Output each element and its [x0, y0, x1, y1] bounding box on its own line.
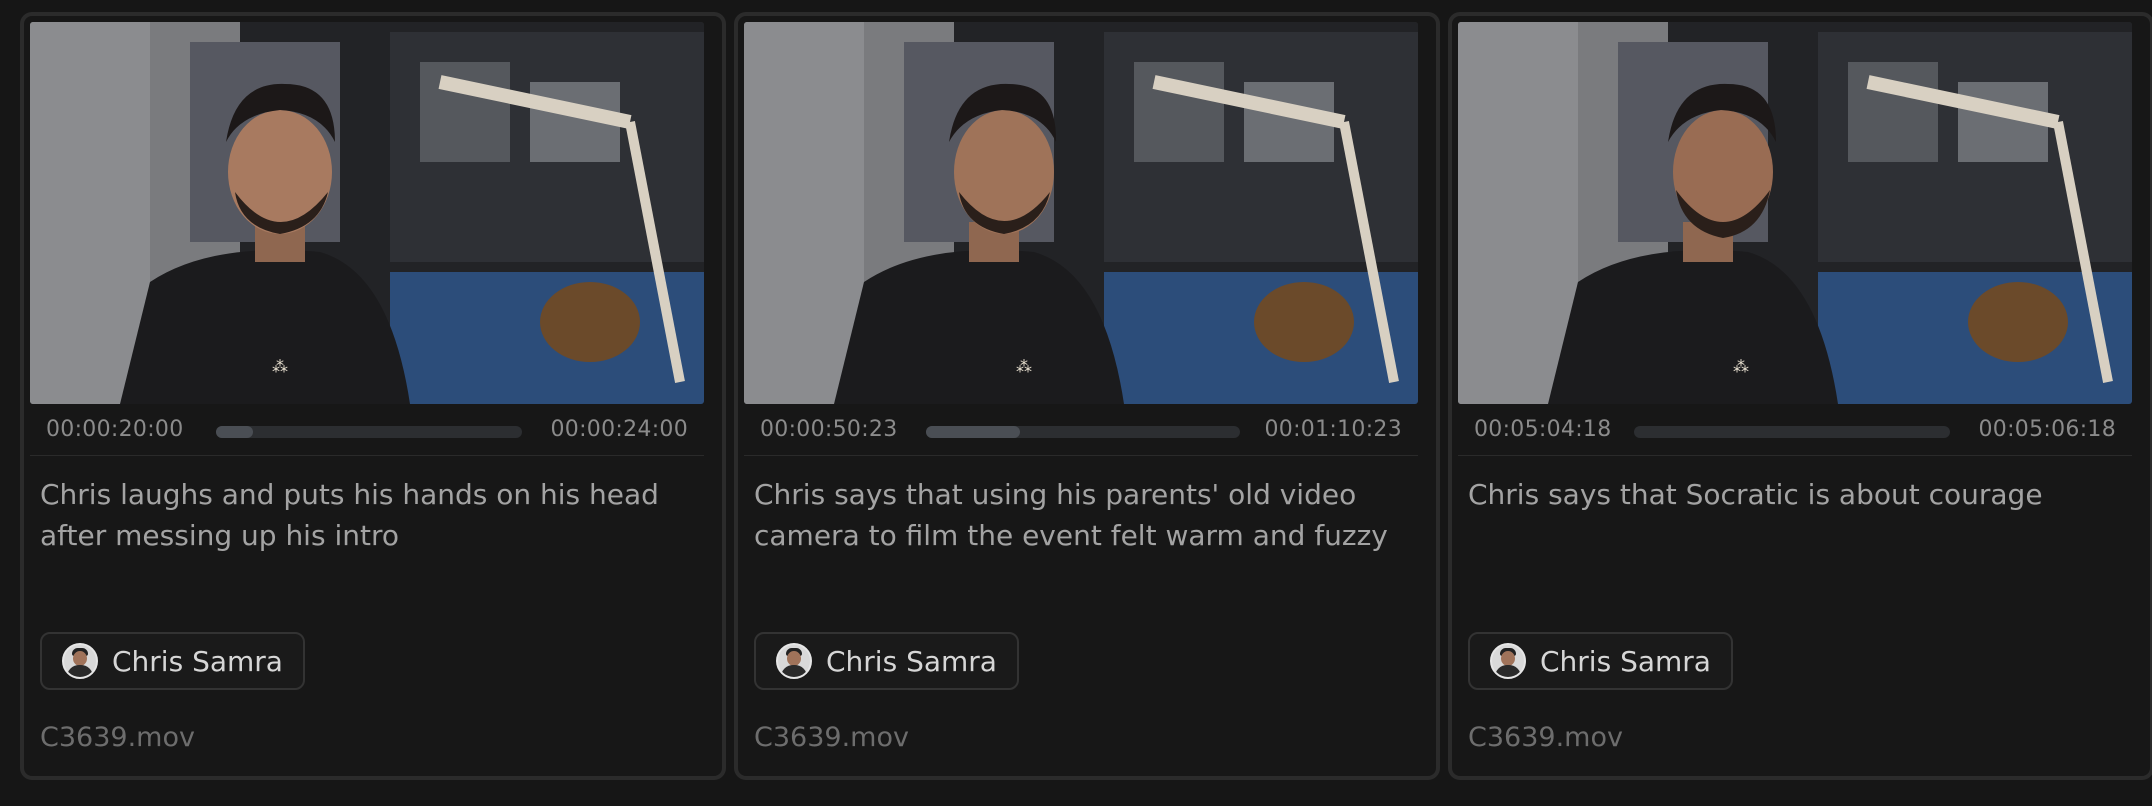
progress-fill [216, 426, 253, 438]
file-name: C3639.mov [40, 722, 195, 753]
timecode-bar: 00:05:04:18 00:05:06:18 [1458, 404, 2132, 456]
start-timecode: 00:00:50:23 [760, 417, 898, 442]
video-thumbnail[interactable]: ⁂ [1458, 22, 2132, 404]
clip-caption: Chris laughs and puts his hands on his h… [40, 478, 659, 552]
person-avatar-icon [1490, 643, 1526, 679]
end-timecode: 00:00:24:00 [550, 417, 688, 442]
thumbnail-image: ⁂ [744, 22, 1418, 404]
clip-card[interactable]: ⁂ 00:00:50:23 00:01:10:23 Chris says tha… [734, 12, 1440, 780]
clip-card[interactable]: ⁂ 00:05:04:18 00:05:06:18 Chris says tha… [1448, 12, 2152, 780]
person-name: Chris Samra [1540, 644, 1711, 678]
progress-track[interactable] [216, 426, 522, 438]
person-avatar-icon [62, 643, 98, 679]
clip-caption: Chris says that using his parents' old v… [754, 478, 1388, 552]
video-thumbnail[interactable]: ⁂ [30, 22, 704, 404]
svg-text:⁂: ⁂ [1733, 357, 1749, 376]
timecode-bar: 00:00:20:00 00:00:24:00 [30, 404, 704, 456]
file-name: C3639.mov [754, 722, 909, 753]
clip-grid: ⁂ 00:00:20:00 00:00:24:00 Chris laughs a… [0, 0, 2152, 806]
person-tag[interactable]: Chris Samra [754, 632, 1019, 690]
thumbnail-image: ⁂ [30, 22, 704, 404]
person-name: Chris Samra [826, 644, 997, 678]
svg-text:⁂: ⁂ [272, 357, 288, 376]
start-timecode: 00:05:04:18 [1474, 417, 1612, 442]
progress-track[interactable] [926, 426, 1240, 438]
timecode-bar: 00:00:50:23 00:01:10:23 [744, 404, 1418, 456]
person-tag[interactable]: Chris Samra [1468, 632, 1733, 690]
person-avatar-icon [776, 643, 812, 679]
thumbnail-image: ⁂ [1458, 22, 2132, 404]
end-timecode: 00:05:06:18 [1978, 417, 2116, 442]
video-thumbnail[interactable]: ⁂ [744, 22, 1418, 404]
end-timecode: 00:01:10:23 [1264, 417, 1402, 442]
svg-text:⁂: ⁂ [1016, 357, 1032, 376]
person-tag[interactable]: Chris Samra [40, 632, 305, 690]
file-name: C3639.mov [1468, 722, 1623, 753]
person-name: Chris Samra [112, 644, 283, 678]
clip-card[interactable]: ⁂ 00:00:20:00 00:00:24:00 Chris laughs a… [20, 12, 726, 780]
progress-fill [926, 426, 1021, 438]
progress-track[interactable] [1634, 426, 1950, 438]
start-timecode: 00:00:20:00 [46, 417, 184, 442]
clip-caption: Chris says that Socratic is about courag… [1468, 478, 2043, 511]
